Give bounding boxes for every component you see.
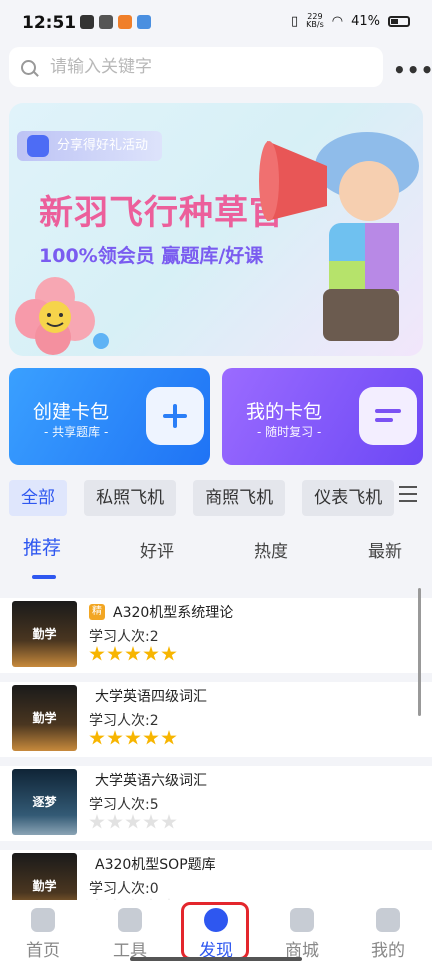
home-icon	[31, 908, 55, 932]
battery-percent: 41%	[351, 13, 380, 29]
banner-tag: 分享得好礼活动	[17, 131, 163, 161]
star-icon	[89, 646, 105, 661]
net-speed-unit: KB/s	[306, 20, 324, 29]
star-icon	[125, 730, 141, 745]
star-icon	[107, 730, 123, 745]
flower-illustration	[15, 277, 109, 355]
thumb-text: 逐梦	[32, 795, 57, 809]
toolbox-icon	[118, 908, 142, 932]
net-speed: 229 KB/s	[306, 13, 324, 29]
tab-good-reviews[interactable]: 好评	[140, 537, 174, 562]
star-icon	[107, 646, 123, 661]
rating-stars	[89, 814, 177, 830]
course-thumbnail: 勤学	[12, 601, 77, 667]
tab-indicator	[32, 575, 56, 579]
course-thumbnail: 勤学	[12, 685, 77, 751]
search-input[interactable]	[50, 57, 350, 77]
star-icon	[161, 730, 177, 745]
nav-profile[interactable]: 我的	[358, 908, 418, 961]
store-icon	[290, 908, 314, 932]
scrollbar[interactable]	[418, 588, 421, 716]
app-icon-4	[137, 15, 151, 29]
card-title: 我的卡包	[246, 401, 323, 423]
banner-subtitle: 100%领会员 赢题库/好课	[39, 245, 264, 267]
category-commercial-plane[interactable]: 商照飞机	[193, 480, 286, 516]
app-icon-3	[118, 15, 132, 29]
status-bar: 12:51 ▯ 229 KB/s ◠ 41%	[0, 0, 432, 50]
nav-home[interactable]: 首页	[13, 908, 73, 961]
card-subtitle: - 随时复习 -	[257, 425, 322, 439]
thumb-text: 勤学	[32, 711, 57, 725]
star-icon	[89, 730, 105, 745]
course-thumbnail: 逐梦	[12, 769, 77, 835]
course-name: 大学英语六级词汇	[95, 773, 207, 789]
star-icon	[125, 814, 141, 829]
card-title: 创建卡包	[33, 401, 110, 423]
category-bar: 全部 私照飞机 商照飞机 仪表飞机	[9, 480, 399, 516]
thumb-text: 勤学	[32, 879, 57, 893]
list-item[interactable]: 勤学 精 A320机型系统理论 学习人次:2	[0, 598, 432, 673]
user-icon	[376, 908, 400, 932]
status-time: 12:51	[22, 13, 77, 33]
course-name: A320机型系统理论	[113, 605, 234, 621]
create-card-pack-button[interactable]: 创建卡包 - 共享题库 -	[9, 368, 210, 465]
tab-latest[interactable]: 最新	[368, 537, 402, 562]
nav-label: 我的	[371, 941, 405, 961]
app-icon-1	[80, 15, 94, 29]
wifi-icon: ◠	[331, 13, 344, 29]
course-name: 大学英语四级词汇	[95, 689, 207, 705]
my-card-pack-button[interactable]: 我的卡包 - 随时复习 -	[222, 368, 423, 465]
vibrate-icon: ▯	[290, 13, 299, 29]
star-icon	[107, 814, 123, 829]
more-icon[interactable]: •••	[393, 58, 432, 82]
study-count: 学习人次:5	[89, 797, 159, 813]
featured-badge: 精	[89, 604, 105, 620]
star-icon	[143, 814, 159, 829]
search-bar[interactable]	[9, 47, 383, 87]
banner-tag-text: 分享得好礼活动	[57, 138, 149, 153]
category-all[interactable]: 全部	[9, 480, 67, 516]
tab-recommended[interactable]: 推荐	[23, 533, 61, 560]
study-count: 学习人次:2	[89, 713, 159, 729]
card-subtitle: - 共享题库 -	[44, 425, 109, 439]
card-list-icon	[359, 387, 417, 445]
nav-tools[interactable]: 工具	[100, 908, 160, 961]
star-icon	[143, 730, 159, 745]
category-private-plane[interactable]: 私照飞机	[84, 480, 177, 516]
banner-title: 新羽飞行种草官	[39, 193, 284, 233]
menu-icon[interactable]	[399, 486, 417, 507]
plus-icon	[146, 387, 204, 445]
rating-stars	[89, 730, 177, 746]
category-instrument-plane[interactable]: 仪表飞机	[302, 480, 395, 516]
nav-label: 首页	[26, 941, 60, 961]
promo-banner[interactable]: 分享得好礼活动 新羽飞行种草官 100%领会员 赢题库/好课	[9, 103, 423, 356]
study-count: 学习人次:2	[89, 629, 159, 645]
star-icon	[143, 646, 159, 661]
selection-highlight	[181, 902, 249, 960]
course-name: A320机型SOP题库	[95, 857, 216, 873]
star-icon	[161, 814, 177, 829]
share-icon	[27, 135, 49, 157]
notification-icons	[80, 15, 151, 29]
app-icon-2	[99, 15, 113, 29]
nav-store[interactable]: 商城	[272, 908, 332, 961]
tab-popular[interactable]: 热度	[254, 537, 288, 562]
star-icon	[89, 814, 105, 829]
star-icon	[161, 646, 177, 661]
boy-megaphone-illustration	[259, 132, 419, 341]
search-icon	[21, 59, 36, 75]
status-right: ▯ 229 KB/s ◠ 41%	[291, 13, 410, 29]
list-item[interactable]: 勤学 大学英语四级词汇 学习人次:2	[0, 682, 432, 757]
thumb-text: 勤学	[32, 627, 57, 641]
star-icon	[125, 646, 141, 661]
battery-icon	[388, 15, 410, 27]
list-item[interactable]: 逐梦 大学英语六级词汇 学习人次:5	[0, 766, 432, 841]
home-indicator[interactable]	[130, 957, 302, 961]
sort-tabs: 推荐 好评 热度 最新	[0, 533, 432, 583]
study-count: 学习人次:0	[89, 881, 159, 897]
rating-stars	[89, 646, 177, 662]
